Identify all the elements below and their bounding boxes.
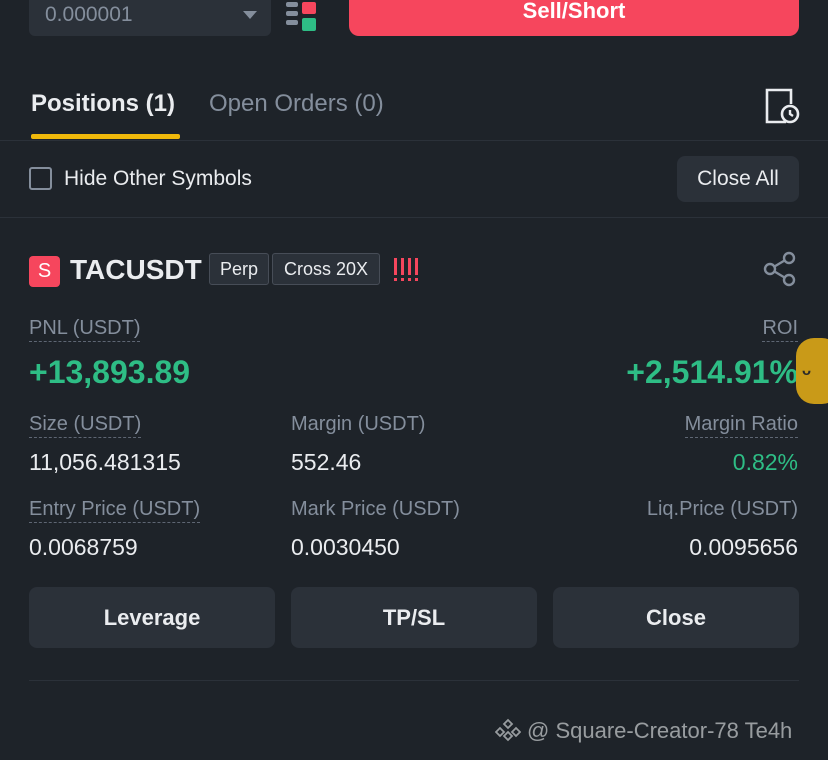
chevron-down-icon [243, 11, 257, 19]
positions-tabs: Positions (1) Open Orders (0) [0, 70, 828, 141]
margin-label: Margin (USDT) [291, 413, 426, 435]
hide-other-symbols-checkbox[interactable] [29, 167, 52, 190]
side-badge-short: S [29, 256, 60, 287]
share-icon[interactable] [762, 251, 798, 287]
active-tab-indicator [31, 134, 180, 139]
risk-level-icon [394, 258, 418, 281]
precision-value: 0.000001 [45, 3, 133, 26]
orderbook-layout-icon[interactable] [286, 2, 316, 32]
entry-price-value: 0.0068759 [29, 534, 138, 560]
pnl-value: +13,893.89 [29, 354, 191, 390]
contract-type-tag: Perp [209, 253, 269, 285]
tab-positions[interactable]: Positions (1) [31, 90, 175, 118]
margin-mode-tag[interactable]: Cross 20X [272, 253, 380, 285]
margin-ratio-label[interactable]: Margin Ratio [684, 413, 798, 438]
order-history-icon[interactable] [762, 86, 800, 126]
sell-short-button[interactable]: Sell/Short [349, 0, 799, 36]
margin-value: 552.46 [291, 449, 362, 475]
watermark-text: @ Square-Creator-78 Te4h [527, 718, 793, 743]
binance-logo-icon [495, 718, 521, 742]
tpsl-button[interactable]: TP/SL [291, 587, 537, 648]
leverage-button[interactable]: Leverage [29, 587, 275, 648]
positions-filter-row: Hide Other Symbols Close All [0, 141, 828, 218]
liq-price-label: Liq.Price (USDT) [646, 498, 798, 520]
mark-price-label: Mark Price (USDT) [291, 498, 460, 520]
size-value: 11,056.481315 [29, 449, 181, 475]
close-position-button[interactable]: Close [553, 587, 799, 648]
roi-label[interactable]: ROI [762, 317, 798, 342]
watermark: @ Square-Creator-78 Te4h [495, 718, 792, 744]
mark-price-value: 0.0030450 [291, 534, 400, 560]
tab-open-orders[interactable]: Open Orders (0) [209, 90, 384, 118]
liq-price-value: 0.0095656 [689, 534, 798, 560]
position-symbol[interactable]: TACUSDT [70, 254, 202, 286]
margin-ratio-value: 0.82% [732, 449, 798, 475]
emoji-sticker-icon: ᵕ [796, 338, 828, 404]
precision-select[interactable]: 0.000001 [29, 0, 271, 36]
position-card: S TACUSDT Perp Cross 20X PNL (USDT) +13,… [0, 218, 828, 683]
roi-value: +2,514.91% [626, 354, 798, 390]
card-divider [29, 680, 799, 681]
hide-other-symbols-label[interactable]: Hide Other Symbols [64, 167, 252, 191]
entry-price-label[interactable]: Entry Price (USDT) [29, 498, 201, 523]
close-all-button[interactable]: Close All [677, 156, 799, 202]
pnl-label[interactable]: PNL (USDT) [29, 317, 141, 342]
size-label[interactable]: Size (USDT) [29, 413, 142, 438]
order-form-bar: 0.000001 Sell/Short [0, 0, 828, 40]
